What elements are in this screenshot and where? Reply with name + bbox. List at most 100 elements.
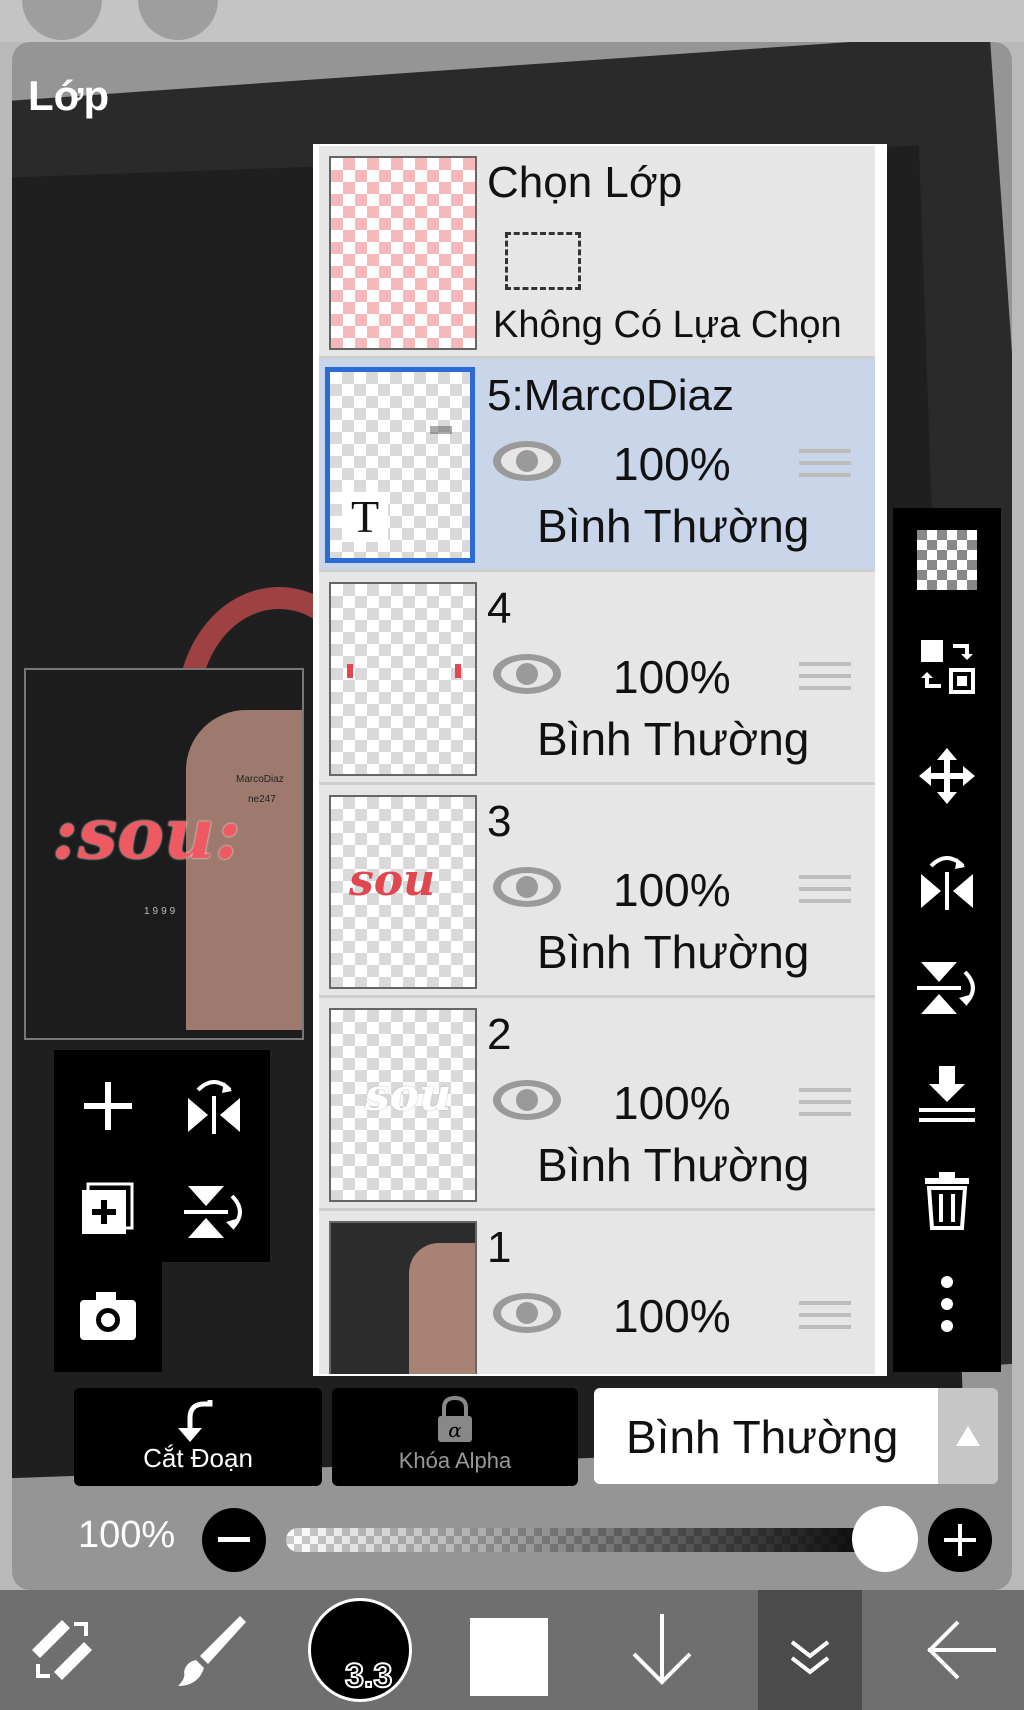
transform-icon[interactable] [22, 1610, 102, 1690]
layer-row[interactable]: sou 3 100% Bình Thường [319, 785, 875, 998]
trash-icon[interactable] [917, 1170, 977, 1230]
right-toolbar [893, 508, 1001, 1372]
drag-handle-icon[interactable] [799, 662, 851, 702]
top-circle-button[interactable] [138, 0, 218, 40]
selection-thumbnail [329, 156, 477, 350]
back-arrow-icon[interactable] [920, 1610, 1000, 1690]
layer-name: 3 [487, 797, 512, 846]
layer-row[interactable]: sou 2 100% Bình Thường [319, 998, 875, 1211]
layer-row[interactable]: ... 1 100% [319, 1211, 875, 1376]
preview-year: 1999 [144, 906, 179, 917]
top-circle-button[interactable] [22, 0, 102, 40]
flip-horizontal-icon[interactable] [917, 852, 977, 912]
layer-opacity: 100% [613, 864, 731, 916]
selection-layer-row[interactable]: Chọn Lớp Không Có Lựa Chọn [319, 146, 875, 359]
checker-icon[interactable] [917, 530, 977, 590]
opacity-minus-button[interactable] [202, 1508, 266, 1572]
blend-mode-select[interactable]: Bình Thường [594, 1388, 938, 1484]
swap-layers-icon[interactable] [917, 636, 977, 696]
clipping-arrow-icon [178, 1400, 213, 1442]
status-top [0, 0, 1024, 42]
bottom-toolbar: 3.3 [0, 1590, 1024, 1710]
alpha-lock-label: Khóa Alpha [398, 1448, 512, 1473]
merge-down-icon[interactable] [917, 1064, 977, 1124]
layer-thumbnail [329, 582, 477, 776]
clipping-label: Cắt Đoạn [143, 1443, 253, 1473]
eye-icon[interactable] [491, 863, 563, 911]
drag-handle-icon[interactable] [799, 449, 851, 489]
svg-text:α: α [448, 1418, 462, 1442]
layer-name: 2 [487, 1010, 512, 1059]
add-copy-icon[interactable] [78, 1182, 138, 1242]
layer-list[interactable]: Chọn Lớp Không Có Lựa Chọn T 5:MarcoDiaz… [313, 144, 887, 1376]
clipping-button[interactable]: Cắt Đoạn [74, 1388, 322, 1486]
selection-status: Không Có Lựa Chọn [493, 304, 842, 346]
text-layer-icon: T [342, 492, 388, 542]
layer-opacity: 100% [613, 438, 731, 490]
layer-thumbnail: T [325, 367, 475, 563]
layer-name: 1 [487, 1223, 512, 1272]
opacity-label: 100% [78, 1514, 176, 1556]
selection-rect-icon [505, 232, 581, 290]
down-arrow-icon[interactable] [622, 1610, 702, 1690]
panel-title: Lớp [28, 72, 110, 119]
drag-handle-icon[interactable] [799, 1088, 851, 1128]
flip-vertical-icon[interactable] [917, 958, 977, 1018]
preview-artwork: :sou: [52, 792, 241, 875]
opacity-plus-button[interactable] [928, 1508, 992, 1572]
thumb-mark [430, 426, 452, 434]
thumb-mark [455, 664, 461, 678]
plus-icon [944, 1524, 976, 1556]
more-vertical-icon[interactable] [917, 1274, 977, 1334]
brush-size-value: 3.3 [344, 1656, 393, 1696]
thumb-hand [409, 1243, 475, 1374]
preview-caption: MarcoDiaz [236, 774, 284, 785]
layer-row[interactable]: 4 100% Bình Thường [319, 572, 875, 785]
layer-opacity: 100% [613, 1077, 731, 1129]
thumb-mark [347, 664, 353, 678]
move-icon[interactable] [917, 746, 977, 806]
eye-icon[interactable] [491, 437, 563, 485]
drag-handle-icon[interactable] [799, 875, 851, 915]
layer-name: 5:MarcoDiaz [487, 371, 734, 420]
blend-mode-dropdown[interactable] [938, 1388, 998, 1484]
left-toolbar [54, 1050, 270, 1262]
layer-opacity: 100% [613, 1290, 731, 1342]
flip-horizontal-icon[interactable] [184, 1076, 244, 1136]
camera-icon[interactable] [78, 1286, 138, 1346]
layer-thumbnail: sou [329, 1008, 477, 1202]
layer-blend-mode: Bình Thường [537, 713, 810, 765]
alpha-lock-button[interactable]: α Khóa Alpha [332, 1388, 578, 1486]
triangle-up-icon [956, 1426, 980, 1446]
canvas-preview[interactable]: MarcoDiaz ne247 :sou: 1999 [24, 668, 304, 1040]
selection-title: Chọn Lớp [487, 158, 683, 207]
preview-caption: ne247 [248, 794, 276, 805]
brush-icon[interactable] [170, 1610, 250, 1690]
lock-icon: α [438, 1396, 472, 1442]
add-layer-icon[interactable] [78, 1076, 138, 1136]
drag-handle-icon[interactable] [799, 1301, 851, 1341]
layer-blend-mode: Bình Thường [537, 500, 810, 552]
layers-collapse-icon [790, 1640, 830, 1675]
layer-row[interactable]: T 5:MarcoDiaz 100% Bình Thường [319, 359, 875, 572]
flip-vertical-icon[interactable] [184, 1182, 244, 1242]
layer-blend-mode: Bình Thường [537, 926, 810, 978]
layer-blend-mode: Bình Thường [537, 1139, 810, 1191]
opacity-slider[interactable] [286, 1528, 896, 1552]
layer-opacity: 100% [613, 651, 731, 703]
left-toolbar-bottom [54, 1262, 162, 1372]
thumb-artwork: sou [365, 1070, 452, 1121]
blend-mode-value: Bình Thường [626, 1411, 899, 1463]
eye-icon[interactable] [491, 1289, 563, 1337]
eye-icon[interactable] [491, 1076, 563, 1124]
thumb-artwork: sou [349, 855, 436, 906]
eye-icon[interactable] [491, 650, 563, 698]
thumb-text: ... [385, 1375, 399, 1376]
brush-size-icon[interactable]: 3.3 [308, 1598, 412, 1702]
layers-collapse-button[interactable] [758, 1590, 862, 1710]
color-swatch-icon[interactable] [470, 1618, 548, 1696]
layer-thumbnail: ... [329, 1221, 477, 1376]
layer-thumbnail: sou [329, 795, 477, 989]
opacity-slider-knob[interactable] [852, 1506, 918, 1572]
minus-icon [218, 1537, 250, 1542]
